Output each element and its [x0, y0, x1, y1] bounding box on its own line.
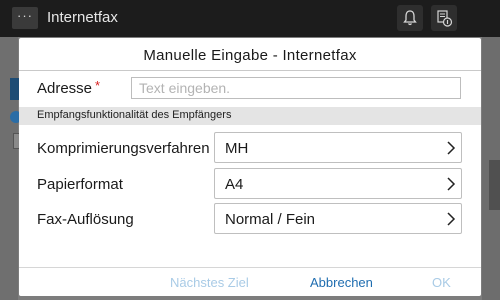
- fax-resolution-label: Fax-Auflösung: [37, 211, 134, 228]
- next-destination-button[interactable]: Nächstes Ziel: [170, 275, 249, 290]
- footer-divider: [19, 267, 481, 268]
- app-title: Internetfax: [47, 9, 118, 26]
- address-input[interactable]: Text eingeben.: [131, 77, 461, 99]
- address-label-text: Adresse: [37, 80, 93, 97]
- job-status-button[interactable]: [431, 5, 457, 31]
- recipient-capabilities-section: Empfangsfunktionalität des Empfängers: [19, 107, 481, 125]
- compression-label: Komprimierungsverfahren: [37, 140, 210, 157]
- background-scroll-strip: [489, 160, 500, 210]
- job-status-icon: [437, 10, 453, 27]
- ok-button[interactable]: OK: [432, 275, 451, 290]
- paper-size-select[interactable]: A4: [214, 168, 462, 199]
- chevron-right-icon: [447, 177, 456, 191]
- background-sidebar: [0, 37, 18, 300]
- chevron-right-icon: [447, 141, 456, 155]
- address-label: Adresse *: [37, 78, 101, 97]
- dialog-title: Manuelle Eingabe - Internetfax: [143, 47, 357, 64]
- paper-size-label: Papierformat: [37, 176, 123, 193]
- compression-select[interactable]: MH: [214, 132, 462, 163]
- paper-size-value: A4: [225, 176, 244, 193]
- notification-button[interactable]: [397, 5, 423, 31]
- fax-resolution-select[interactable]: Normal / Fein: [214, 203, 462, 234]
- bell-icon: [403, 10, 417, 26]
- compression-value: MH: [225, 140, 249, 157]
- section-title: Empfangsfunktionalität des Empfängers: [37, 109, 232, 121]
- cancel-button[interactable]: Abbrechen: [310, 275, 373, 290]
- manual-entry-dialog: Manuelle Eingabe - Internetfax Adresse * …: [19, 38, 481, 296]
- title-divider: [19, 70, 481, 71]
- required-marker: *: [95, 78, 101, 93]
- top-bar: ··· Internetfax: [0, 0, 500, 37]
- menu-button[interactable]: ···: [12, 7, 38, 29]
- chevron-right-icon: [447, 212, 456, 226]
- fax-resolution-value: Normal / Fein: [225, 211, 316, 228]
